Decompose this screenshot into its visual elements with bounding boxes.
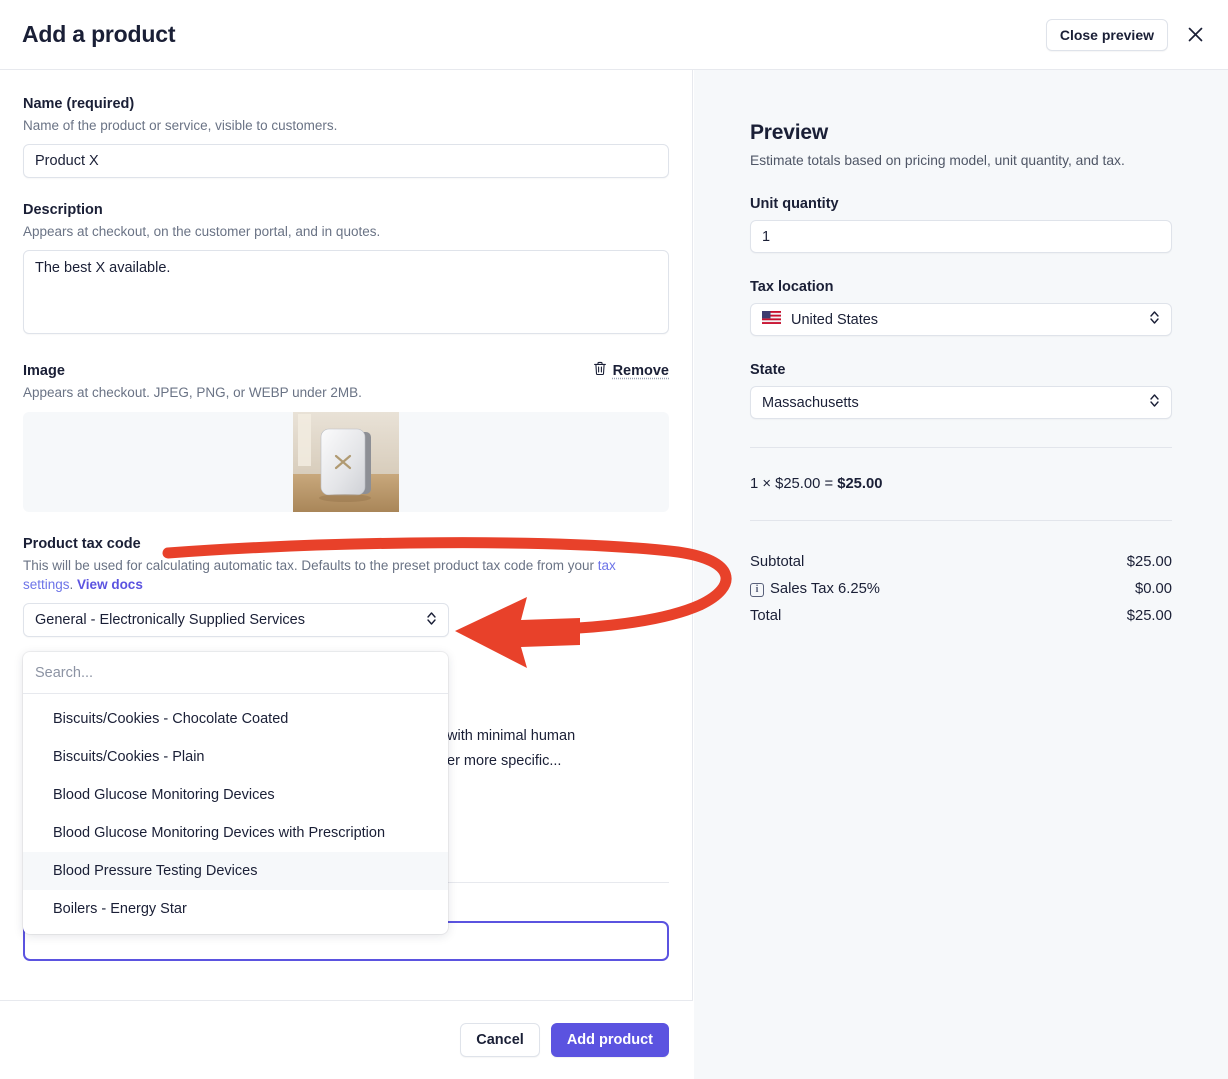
modal-footer: Cancel Add product [0,1000,693,1079]
sales-tax-label: Sales Tax 6.25% [770,581,880,597]
name-help: Name of the product or service, visible … [23,118,338,133]
dropdown-option[interactable]: Blood Glucose Monitoring Devices [23,776,448,814]
tax-location-value: United States [791,311,879,328]
preview-pane: Preview Estimate totals based on pricing… [694,70,1228,1079]
subtotal-value: $25.00 [1126,554,1172,570]
state-label: State [750,362,786,378]
remove-image-label: Remove [612,362,669,379]
dropdown-option[interactable]: Boilers - Energy Star [23,890,448,928]
close-preview-button[interactable]: Close preview [1045,18,1168,51]
product-image-thumbnail [293,412,399,512]
cancel-button[interactable]: Cancel [460,1023,540,1057]
divider [750,520,1172,521]
description-field-group: Description Appears at checkout, on the … [23,200,669,339]
line-item-calculation: 1 × $25.00 = $25.00 [750,476,1172,492]
image-label: Image [23,363,65,379]
dropdown-option[interactable]: Biscuits/Cookies - Chocolate Coated [23,700,448,738]
total-label: Total [750,608,782,624]
tax-code-field-group: Product tax code This will be used for c… [23,534,669,637]
tax-code-help-prefix: This will be used for calculating automa… [23,558,598,573]
tax-location-select[interactable]: United States [750,303,1172,336]
tax-code-dropdown-menu[interactable]: Biscuits/Cookies - Chocolate Coated Bisc… [23,652,448,934]
dropdown-option[interactable]: Blood Glucose Monitoring Devices with Pr… [23,814,448,852]
dropdown-option[interactable]: Biscuits/Cookies - Plain [23,738,448,776]
sales-tax-value: $0.00 [1134,581,1172,597]
name-label: Name (required) [23,96,135,112]
chevron-updown-icon [1149,310,1160,329]
tax-code-select[interactable]: General - Electronically Supplied Servic… [23,603,449,637]
totals-list: Subtotal $25.00 i Sales Tax 6.25% $0.00 … [750,549,1172,630]
description-textarea[interactable]: The best X available. [23,250,669,334]
chevron-updown-icon [1149,393,1160,412]
close-icon[interactable] [1182,22,1208,48]
description-label: Description [23,202,103,218]
preview-subtitle: Estimate totals based on pricing model, … [750,153,1125,168]
occluded-line-1: with minimal human [447,728,576,744]
info-icon[interactable]: i [750,582,764,597]
unit-quantity-label: Unit quantity [750,196,839,212]
remove-image-button[interactable]: Remove [593,361,669,380]
name-field-group: Name (required) Name of the product or s… [23,94,669,178]
calc-prefix: 1 × $25.00 = [750,476,838,492]
total-row: Total $25.00 [750,603,1172,630]
add-product-button[interactable]: Add product [550,1023,669,1057]
page-title: Add a product [22,21,176,47]
state-value: Massachusetts [762,394,859,411]
tax-code-label: Product tax code [23,536,141,552]
tax-location-label: Tax location [750,279,834,295]
name-input[interactable] [23,144,669,178]
chevron-updown-icon [426,611,437,630]
image-help: Appears at checkout. JPEG, PNG, or WEBP … [23,385,362,400]
dropdown-option-highlighted[interactable]: Blood Pressure Testing Devices [23,852,448,890]
dropdown-search-row [23,652,448,694]
modal-header: Add a product Close preview [0,0,1228,70]
unit-quantity-input[interactable] [750,220,1172,253]
divider [750,447,1172,448]
sales-tax-row: i Sales Tax 6.25% $0.00 [750,576,1172,603]
tax-code-help-middle: . [69,577,78,592]
tax-code-help: This will be used for calculating automa… [23,556,669,594]
add-product-modal: Add a product Close preview Name (requir… [0,0,1228,1079]
view-docs-link[interactable]: View docs [77,577,143,592]
subtotal-row: Subtotal $25.00 [750,549,1172,576]
trash-icon [593,361,607,380]
search-input[interactable] [35,664,436,681]
header-actions: Close preview [1045,18,1208,51]
calc-total: $25.00 [837,476,883,492]
state-select[interactable]: Massachusetts [750,386,1172,419]
image-field-group: Image Appears at checkout. JPEG, PNG, or… [23,361,669,512]
preview-title: Preview [750,121,828,144]
description-help: Appears at checkout, on the customer por… [23,224,381,239]
total-value: $25.00 [1126,608,1172,624]
us-flag-icon [762,311,781,328]
subtotal-label: Subtotal [750,554,805,570]
occluded-line-2: er more specific... [447,753,562,769]
image-preview-box[interactable] [23,412,669,512]
tax-code-selected-value: General - Electronically Supplied Servic… [35,612,305,628]
product-form: Name (required) Name of the product or s… [0,70,692,637]
dropdown-options-list: Biscuits/Cookies - Chocolate Coated Bisc… [23,694,448,928]
